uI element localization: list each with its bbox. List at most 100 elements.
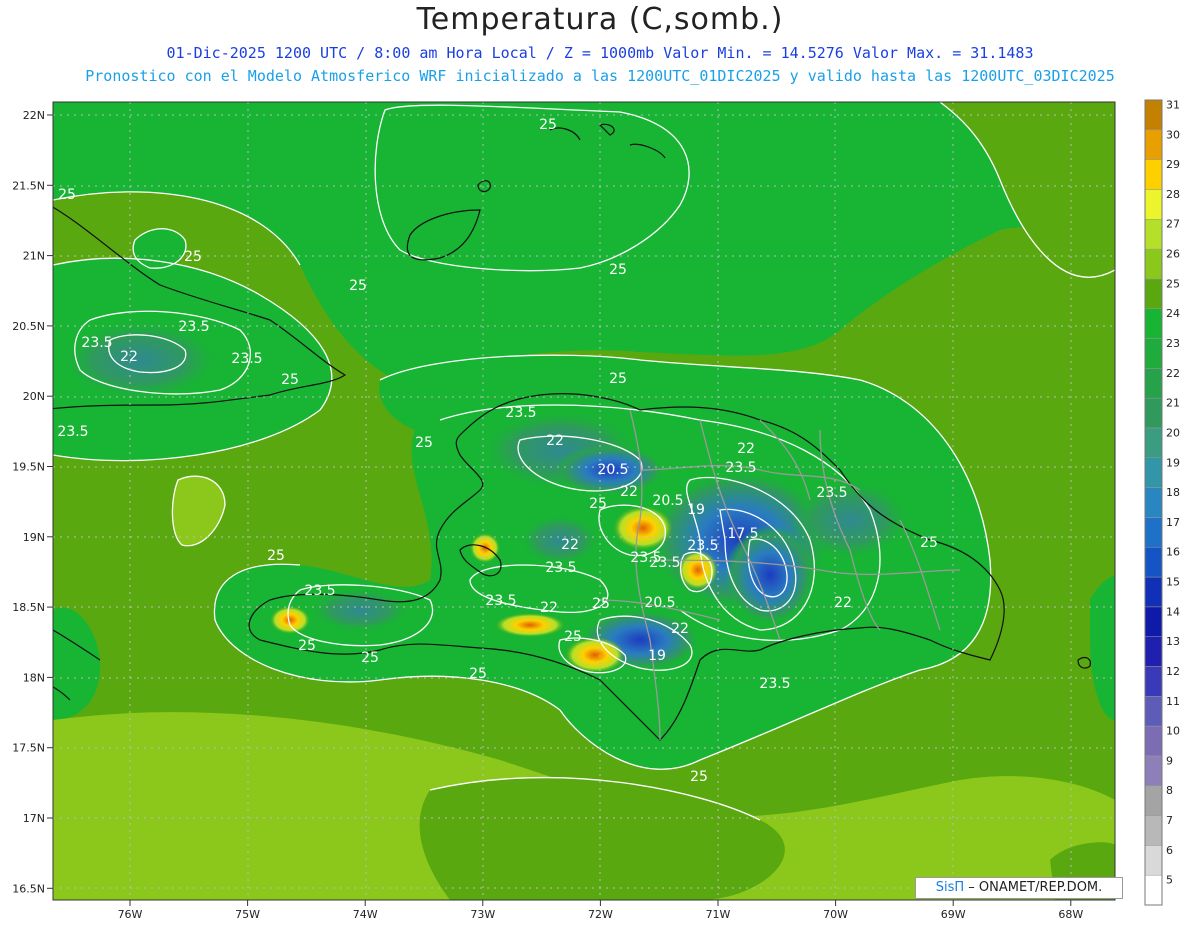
contour-value-label: 17.5 — [727, 526, 758, 542]
contour-value-label: 23.5 — [231, 351, 262, 367]
contour-value-label: 25 — [609, 371, 627, 387]
contour-value-label: 25 — [415, 435, 433, 451]
contour-value-label: 22 — [561, 537, 579, 553]
contour-value-label: 23.5 — [725, 460, 756, 476]
contour-value-label: 20.5 — [644, 595, 675, 611]
contour-value-label: 25 — [361, 650, 379, 666]
contour-value-label: 23.5 — [649, 555, 680, 571]
lat-tick-label: 17.5N — [12, 742, 45, 755]
contour-value-label: 25 — [690, 769, 708, 785]
contour-value-label: 25 — [349, 278, 367, 294]
colorbar-label: 30 — [1166, 128, 1180, 141]
colorbar-swatch — [1144, 785, 1163, 816]
contour-value-label: 22 — [671, 621, 689, 637]
brand-logo-text: SisΠ — [935, 880, 965, 895]
lat-tick-label: 19N — [23, 531, 45, 544]
contour-value-label: 23.5 — [81, 335, 112, 351]
lat-tick-label: 17N — [23, 812, 45, 825]
lon-tick-label: 68W — [1058, 908, 1083, 921]
colorbar-swatch — [1144, 99, 1163, 131]
contour-value-label: 23.5 — [178, 319, 209, 335]
contour-value-label: 20.5 — [652, 493, 683, 509]
colorbar-label: 23 — [1166, 337, 1180, 350]
colorbar-label: 10 — [1166, 725, 1180, 738]
colorbar-label: 7 — [1166, 814, 1173, 827]
contour-value-label: 22 — [546, 433, 564, 449]
contour-value-label: 25 — [281, 372, 299, 388]
lon-tick-label: 70W — [823, 908, 848, 921]
colorbar-swatch — [1144, 397, 1163, 429]
contour-value-label: 22 — [620, 484, 638, 500]
colorbar-swatch — [1144, 517, 1163, 548]
field-cool-west — [520, 515, 600, 565]
colorbar-label: 31 — [1166, 98, 1180, 111]
colorbar-swatch — [1144, 487, 1163, 518]
colorbar-swatch — [1144, 338, 1163, 369]
lon-tick-label: 74W — [353, 908, 378, 921]
contour-value-label: 25 — [298, 638, 316, 654]
contour-value-label: 25 — [539, 117, 557, 133]
contour-value-label: 23.5 — [816, 485, 847, 501]
lon-tick-label: 76W — [118, 908, 143, 921]
organization-label: – ONAMET/REP.DOM. — [964, 880, 1103, 895]
contour-value-label: 22 — [540, 600, 558, 616]
colorbar-label: 5 — [1166, 874, 1173, 887]
colorbar-label: 21 — [1166, 397, 1180, 410]
lon-tick-label: 75W — [235, 908, 260, 921]
colorbar-swatch — [1144, 845, 1163, 876]
contour-value-label: 25 — [184, 249, 202, 265]
lat-tick-label: 21.5N — [12, 179, 45, 192]
contour-value-label: 25 — [589, 496, 607, 512]
contour-value-label: 25 — [564, 629, 582, 645]
lat-tick-label: 21N — [23, 250, 45, 263]
contour-value-label: 23.5 — [485, 593, 516, 609]
colorbar-swatch — [1144, 725, 1163, 757]
colorbar-swatch — [1144, 427, 1163, 459]
longitude-axis: 76W 75W 74W 73W 72W 71W 70W 69W 68W — [118, 900, 1083, 921]
colorbar-swatch — [1144, 606, 1163, 637]
colorbar: 5 6 7 8 9 10 11 12 13 14 15 16 17 18 19 20 21 22 23 24 25 26 2… — [1144, 98, 1180, 906]
lat-tick-label: 22N — [23, 109, 45, 122]
contour-value-label: 23.5 — [545, 560, 576, 576]
contour-value-label: 22 — [120, 349, 138, 365]
temperature-map: 25 25 25 25 25 25 25 25 25 25 25 25 25 25 25 25 25 23.5 23… — [12, 98, 1180, 921]
contour-value-label: 23.5 — [759, 676, 790, 692]
lat-tick-label: 19.5N — [12, 461, 45, 474]
contour-value-label: 19 — [648, 648, 666, 664]
colorbar-label: 24 — [1166, 307, 1180, 320]
map-field: 25 25 25 25 25 25 25 25 25 25 25 25 25 25 25 25 25 23.5 23… — [53, 102, 1115, 900]
colorbar-label: 17 — [1166, 516, 1180, 529]
lon-tick-label: 69W — [941, 908, 966, 921]
colorbar-label: 26 — [1166, 248, 1180, 261]
colorbar-label: 20 — [1166, 426, 1180, 439]
contour-value-label: 25 — [267, 548, 285, 564]
contour-value-label: 23.5 — [687, 538, 718, 554]
contour-value-label: 19 — [687, 502, 705, 518]
colorbar-label: 11 — [1166, 695, 1180, 708]
colorbar-swatch — [1144, 189, 1163, 220]
colorbar-label: 6 — [1166, 844, 1173, 857]
colorbar-label: 14 — [1166, 605, 1180, 618]
contour-value-label: 25 — [609, 262, 627, 278]
colorbar-swatch — [1144, 278, 1163, 309]
lon-tick-label: 72W — [588, 908, 613, 921]
field-hot-spot-1 — [613, 506, 673, 550]
colorbar-swatch — [1144, 666, 1163, 697]
field-hot-spot-4 — [270, 606, 310, 634]
lat-tick-label: 18.5N — [12, 601, 45, 614]
field-hot-spot-5 — [495, 613, 565, 637]
lat-tick-label: 18N — [23, 671, 45, 684]
colorbar-swatch — [1144, 129, 1163, 160]
lon-tick-label: 73W — [470, 908, 495, 921]
colorbar-label: 16 — [1166, 546, 1180, 559]
contour-value-label: 23.5 — [505, 405, 536, 421]
colorbar-label: 13 — [1166, 635, 1180, 648]
colorbar-label: 19 — [1166, 456, 1180, 469]
lat-tick-label: 20.5N — [12, 320, 45, 333]
contour-value-label: 22 — [737, 441, 755, 457]
colorbar-label: 29 — [1166, 158, 1180, 171]
colorbar-swatch — [1144, 219, 1163, 250]
contour-value-label: 22 — [834, 595, 852, 611]
colorbar-swatch — [1144, 546, 1163, 578]
colorbar-swatch — [1144, 308, 1163, 339]
